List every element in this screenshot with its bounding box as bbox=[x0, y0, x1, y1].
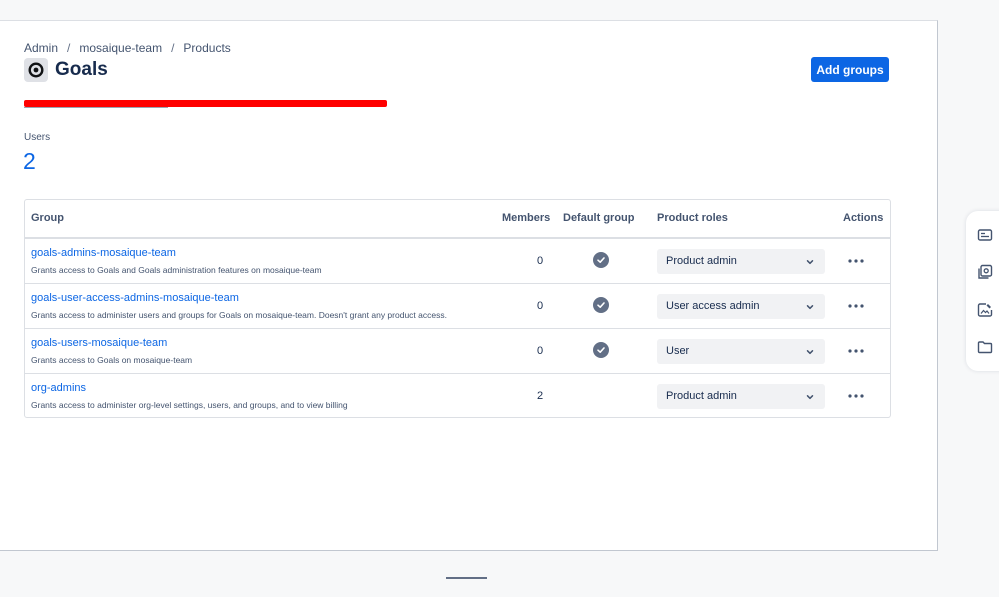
check-circle-icon bbox=[593, 252, 609, 268]
group-name-link[interactable]: org-admins bbox=[31, 382, 86, 394]
app-canvas: Admin / mosaique-team / Products Goals A… bbox=[0, 0, 999, 597]
group-description: Grants access to Goals and Goals adminis… bbox=[31, 265, 322, 275]
chevron-down-icon bbox=[806, 395, 814, 400]
product-role-select[interactable]: Product admin bbox=[657, 249, 825, 274]
more-icon bbox=[848, 394, 864, 398]
add-groups-button[interactable]: Add groups bbox=[811, 57, 889, 82]
header-default-group: Default group bbox=[563, 212, 635, 224]
product-detail-panel: Admin / mosaique-team / Products Goals A… bbox=[0, 20, 938, 551]
product-role-select[interactable]: User access admin bbox=[657, 294, 825, 319]
right-side-rail bbox=[966, 211, 999, 371]
redacted-link-underline bbox=[24, 107, 168, 108]
product-role-value: Product admin bbox=[666, 390, 737, 402]
more-actions-button[interactable] bbox=[845, 386, 867, 406]
table-row: goals-users-mosaique-team Grants access … bbox=[25, 329, 890, 374]
more-icon bbox=[848, 304, 864, 308]
users-label: Users bbox=[24, 132, 51, 143]
more-icon bbox=[848, 349, 864, 353]
table-row: goals-admins-mosaique-team Grants access… bbox=[25, 239, 890, 284]
chevron-down-icon bbox=[806, 260, 814, 265]
header-group: Group bbox=[31, 212, 64, 224]
check-circle-icon bbox=[593, 297, 609, 313]
target-icon bbox=[24, 58, 48, 82]
members-count: 0 bbox=[536, 300, 544, 312]
more-actions-button[interactable] bbox=[845, 251, 867, 271]
header-product-roles: Product roles bbox=[657, 212, 728, 224]
redaction-bar bbox=[24, 100, 387, 107]
product-role-value: Product admin bbox=[666, 255, 737, 267]
members-count: 0 bbox=[536, 255, 544, 267]
breadcrumb-products[interactable]: Products bbox=[183, 41, 230, 55]
image-edit-icon[interactable] bbox=[977, 302, 993, 318]
group-name-link[interactable]: goals-admins-mosaique-team bbox=[31, 247, 176, 259]
id-card-icon[interactable] bbox=[977, 227, 993, 243]
header-actions: Actions bbox=[843, 212, 884, 224]
breadcrumb-separator: / bbox=[67, 41, 71, 55]
breadcrumb-admin[interactable]: Admin bbox=[24, 41, 58, 55]
groups-table: Group Members Default group Product role… bbox=[24, 199, 891, 418]
gallery-icon[interactable] bbox=[977, 264, 993, 280]
title-row: Goals bbox=[24, 58, 108, 82]
product-role-select[interactable]: Product admin bbox=[657, 384, 825, 409]
product-role-select[interactable]: User bbox=[657, 339, 825, 364]
check-circle-icon bbox=[593, 342, 609, 358]
chevron-down-icon bbox=[806, 305, 814, 310]
breadcrumb: Admin / mosaique-team / Products bbox=[24, 41, 231, 55]
table-row: org-admins Grants access to administer o… bbox=[25, 374, 890, 419]
members-count: 0 bbox=[536, 345, 544, 357]
breadcrumb-separator: / bbox=[171, 41, 175, 55]
group-description: Grants access to administer users and gr… bbox=[31, 310, 447, 320]
more-icon bbox=[848, 259, 864, 263]
page-title: Goals bbox=[55, 59, 108, 80]
more-actions-button[interactable] bbox=[845, 341, 867, 361]
members-count: 2 bbox=[536, 390, 544, 402]
group-description: Grants access to Goals on mosaique-team bbox=[31, 355, 193, 365]
table-row: goals-user-access-admins-mosaique-team G… bbox=[25, 284, 890, 329]
scroll-handle[interactable] bbox=[446, 577, 487, 579]
product-role-value: User access admin bbox=[666, 300, 760, 312]
group-description: Grants access to administer org-level se… bbox=[31, 400, 348, 410]
chevron-down-icon bbox=[806, 350, 814, 355]
more-actions-button[interactable] bbox=[845, 296, 867, 316]
group-name-link[interactable]: goals-users-mosaique-team bbox=[31, 337, 167, 349]
users-count[interactable]: 2 bbox=[23, 148, 36, 175]
header-members: Members bbox=[502, 212, 551, 224]
folder-icon[interactable] bbox=[977, 339, 993, 355]
product-role-value: User bbox=[666, 345, 690, 357]
breadcrumb-mosaique-team[interactable]: mosaique-team bbox=[79, 41, 162, 55]
group-name-link[interactable]: goals-user-access-admins-mosaique-team bbox=[31, 292, 239, 304]
